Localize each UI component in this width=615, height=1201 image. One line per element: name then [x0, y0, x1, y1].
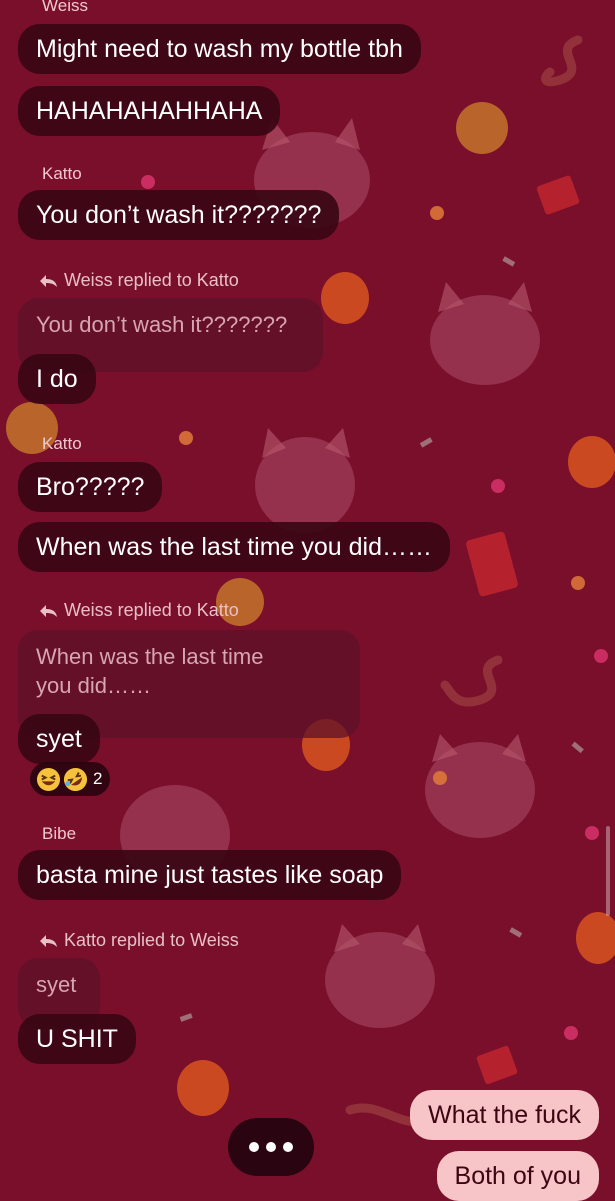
- scrollbar[interactable]: [606, 826, 610, 916]
- message-bubble[interactable]: HAHAHAHAHHAHA: [18, 86, 281, 136]
- message-bubble[interactable]: Bro?????: [18, 462, 163, 512]
- reply-arrow-icon: [40, 934, 57, 947]
- reply-arrow-icon: [40, 274, 57, 287]
- sender-name: Katto: [42, 434, 82, 453]
- reply-header: Weiss replied to Katto: [38, 270, 239, 291]
- outgoing-message-bubble[interactable]: What the fuck: [410, 1090, 599, 1140]
- rolling-on-floor-laughing-icon: [63, 767, 88, 791]
- reply-header: Weiss replied to Katto: [38, 600, 239, 621]
- outgoing-message-bubble[interactable]: Both of you: [436, 1151, 599, 1201]
- reply-label: Weiss replied to Katto: [64, 270, 239, 290]
- typing-dots-icon: [249, 1142, 259, 1152]
- typing-dots-icon: [283, 1142, 293, 1152]
- message-reactions[interactable]: 2: [30, 762, 111, 796]
- reaction-count: 2: [93, 769, 103, 788]
- message-thread[interactable]: Weiss Might need to wash my bottle tbh H…: [0, 0, 615, 1201]
- message-bubble[interactable]: Might need to wash my bottle tbh: [18, 24, 421, 74]
- message-bubble[interactable]: I do: [18, 354, 96, 404]
- reply-label: Katto replied to Weiss: [64, 930, 239, 950]
- quoted-text-line: When was the last time: [36, 644, 264, 669]
- sender-name: Weiss: [42, 0, 88, 15]
- sender-name: Katto: [42, 164, 82, 183]
- typing-indicator: [228, 1118, 314, 1176]
- sender-name: Bibe: [42, 824, 77, 843]
- message-bubble[interactable]: U SHIT: [18, 1014, 136, 1064]
- typing-dots-icon: [266, 1142, 276, 1152]
- message-bubble[interactable]: When was the last time you did……: [18, 522, 450, 572]
- grinning-squinting-face-icon: [36, 767, 61, 791]
- message-bubble[interactable]: basta mine just tastes like soap: [18, 850, 402, 900]
- quoted-text-line: you did……: [36, 673, 151, 698]
- message-bubble[interactable]: You don’t wash it???????: [18, 190, 340, 240]
- reply-arrow-icon: [40, 604, 57, 617]
- reply-header: Katto replied to Weiss: [38, 930, 239, 951]
- message-bubble[interactable]: syet: [18, 714, 100, 764]
- reply-label: Weiss replied to Katto: [64, 600, 239, 620]
